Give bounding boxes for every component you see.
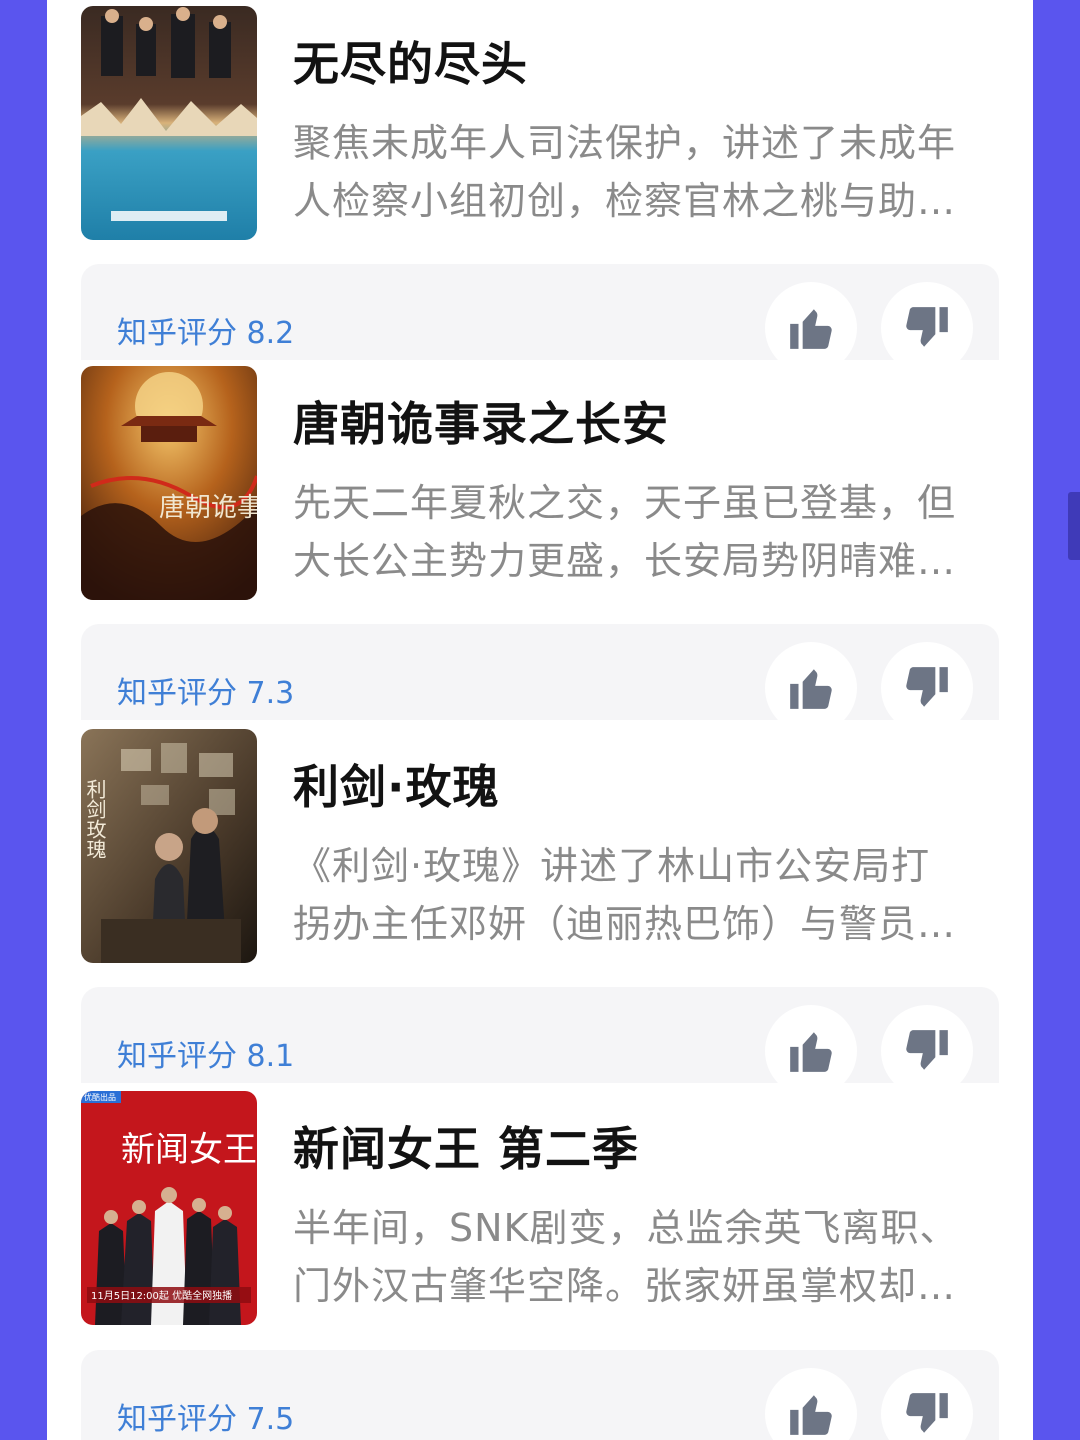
- poster-title-text: 唐朝诡事录: [159, 493, 257, 523]
- show-description[interactable]: 聚焦未成年人司法保护，讲述了未成年 人检察小组初创，检察官林之桃与助…: [293, 114, 993, 230]
- zhihu-rating: 知乎评分 8.2: [117, 316, 295, 351]
- rating-bar: 知乎评分 7.5: [81, 1350, 999, 1440]
- description-line: 拐办主任邓妍（迪丽热巴饰）与警员…: [293, 902, 957, 946]
- thumbs-down-icon: [906, 1393, 948, 1433]
- show-title[interactable]: 唐朝诡事录之长安: [293, 388, 669, 454]
- poster-title-text: 新闻女王: [121, 1130, 257, 1170]
- poster-image[interactable]: [81, 6, 257, 240]
- show-description[interactable]: 半年间，SNK剧变，总监余英飞离职、 门外汉古肇华空降。张家妍虽掌权却…: [293, 1199, 993, 1315]
- poster-image[interactable]: 优酷出品 新闻女王 11月5日12:00起 优酷全网独播: [81, 1091, 257, 1325]
- poster-title-text: 利剑玫瑰: [83, 779, 107, 859]
- poster-date-text: 11月5日12:00起 优酷全网独播: [91, 1289, 232, 1302]
- description-line: 大长公主势力更盛，长安局势阴晴难…: [293, 539, 957, 583]
- thumbs-down-icon: [906, 667, 948, 707]
- poster-art: 优酷出品 新闻女王 11月5日12:00起 优酷全网独播: [81, 1091, 257, 1325]
- description-line: 门外汉古肇华空降。张家妍虽掌权却…: [293, 1264, 957, 1308]
- scrollbar-thumb[interactable]: [1068, 492, 1080, 560]
- rating-bar: 知乎评分 8.2: [81, 264, 999, 360]
- zhihu-rating: 知乎评分 7.3: [117, 676, 295, 711]
- poster-art: [81, 6, 257, 240]
- show-title[interactable]: 无尽的尽头: [293, 28, 528, 94]
- dislike-button[interactable]: [881, 282, 973, 360]
- show-description[interactable]: 先天二年夏秋之交，天子虽已登基，但 大长公主势力更盛，长安局势阴晴难…: [293, 474, 993, 590]
- like-button[interactable]: [765, 1368, 857, 1440]
- thumbs-up-icon: [790, 309, 832, 349]
- description-line: 聚焦未成年人司法保护，讲述了未成年: [293, 121, 957, 165]
- poster-image[interactable]: 利剑玫瑰: [81, 729, 257, 963]
- description-line: 半年间，SNK剧变，总监余英飞离职、: [293, 1206, 959, 1250]
- show-title[interactable]: 新闻女王 第二季: [293, 1113, 639, 1179]
- show-description[interactable]: 《利剑·玫瑰》讲述了林山市公安局打 拐办主任邓妍（迪丽热巴饰）与警员…: [293, 837, 993, 953]
- feed-panel: 无尽的尽头 聚焦未成年人司法保护，讲述了未成年 人检察小组初创，检察官林之桃与助…: [47, 0, 1033, 1440]
- poster-art: 唐朝诡事录: [81, 366, 257, 600]
- zhihu-rating: 知乎评分 7.5: [117, 1402, 295, 1437]
- dislike-button[interactable]: [881, 1005, 973, 1083]
- dislike-button[interactable]: [881, 642, 973, 720]
- thumbs-up-icon: [790, 669, 832, 709]
- thumbs-down-icon: [906, 1030, 948, 1070]
- thumbs-up-icon: [790, 1395, 832, 1435]
- zhihu-rating: 知乎评分 8.1: [117, 1039, 295, 1074]
- description-line: 人检察小组初创，检察官林之桃与助…: [293, 179, 957, 223]
- description-line: 先天二年夏秋之交，天子虽已登基，但: [293, 481, 957, 525]
- show-title[interactable]: 利剑·玫瑰: [293, 751, 499, 817]
- poster-badge-text: 优酷出品: [84, 1092, 116, 1102]
- rating-bar: 知乎评分 7.3: [81, 624, 999, 720]
- like-button[interactable]: [765, 642, 857, 720]
- poster-image[interactable]: 唐朝诡事录: [81, 366, 257, 600]
- like-button[interactable]: [765, 1005, 857, 1083]
- rating-bar: 知乎评分 8.1: [81, 987, 999, 1083]
- thumbs-down-icon: [906, 307, 948, 347]
- poster-art: 利剑玫瑰: [81, 729, 257, 963]
- thumbs-up-icon: [790, 1032, 832, 1072]
- description-line: 《利剑·玫瑰》讲述了林山市公安局打: [293, 844, 931, 888]
- dislike-button[interactable]: [881, 1368, 973, 1440]
- like-button[interactable]: [765, 282, 857, 360]
